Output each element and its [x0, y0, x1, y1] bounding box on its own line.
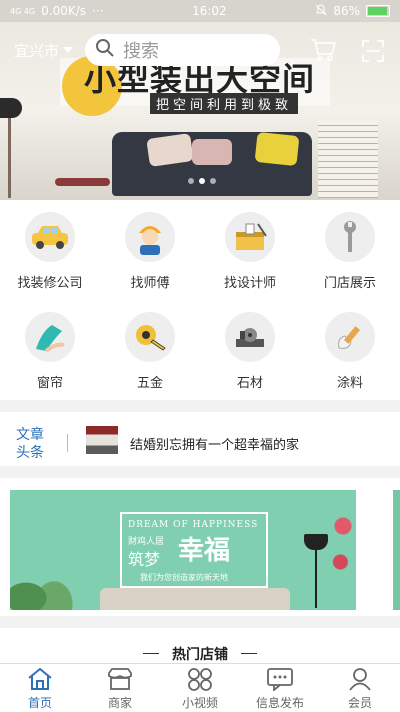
article-tag-line: 文章 — [16, 427, 44, 443]
nav-shops[interactable]: 商家 — [80, 664, 160, 712]
carousel-dot-active[interactable] — [199, 178, 205, 184]
floor-lamp — [304, 534, 328, 550]
city-name: 宜兴市 — [14, 41, 60, 60]
category-item[interactable]: 找师傅 — [100, 200, 200, 300]
scan-icon[interactable] — [362, 40, 384, 66]
category-label: 找装修公司 — [17, 276, 83, 291]
status-bar: 4G 4G 0.00K/s ··· 16:02 86% — [0, 0, 400, 22]
chevron-down-icon — [63, 47, 74, 53]
designer-toolbox-icon — [225, 212, 275, 262]
article-thumbnail[interactable] — [86, 426, 118, 454]
bell-off-icon — [315, 3, 327, 19]
category-label: 石材 — [236, 376, 263, 391]
hot-shops-header: 热门店铺 — [0, 628, 400, 668]
store-wrench-icon — [325, 212, 375, 262]
video-grid-icon — [160, 664, 240, 694]
nav-videos[interactable]: 小视频 — [160, 664, 240, 712]
promo-banner-section: DREAM OF HAPPINESS 财鸡人居 筑梦 幸福 我们为您创造家的新天… — [0, 478, 400, 616]
lamp-pole — [8, 118, 11, 198]
promo-brand: 筑梦 — [128, 550, 161, 569]
curtain-icon — [25, 312, 75, 362]
pillow — [254, 131, 300, 167]
category-label: 涂料 — [336, 376, 363, 391]
worker-icon — [125, 212, 175, 262]
tape-measure-icon — [125, 312, 175, 362]
nav-label: 会员 — [347, 696, 372, 710]
category-item[interactable]: 石材 — [200, 300, 300, 400]
next-banner-peek[interactable] — [393, 490, 400, 610]
paint-brush-icon — [325, 312, 375, 362]
category-label: 门店展示 — [323, 276, 376, 291]
category-label: 五金 — [136, 376, 163, 391]
article-title[interactable]: 结婚别忘拥有一个超幸福的家 — [130, 434, 299, 453]
floor-lamp-pole — [315, 550, 317, 608]
taxi-car-icon — [25, 212, 75, 262]
category-item[interactable]: 涂料 — [300, 300, 400, 400]
network-indicator: 4G 4G — [10, 6, 36, 16]
nav-label: 首页 — [27, 696, 52, 710]
article-headlines[interactable]: 文章 头条 结婚别忘拥有一个超幸福的家 — [0, 412, 400, 466]
clock: 16:02 — [192, 4, 227, 18]
hero-subtitle: 把空间利用到极致 — [150, 93, 299, 114]
nav-member[interactable]: 会员 — [320, 664, 400, 712]
flowers — [330, 508, 356, 598]
divider — [67, 434, 68, 452]
category-item[interactable]: 五金 — [100, 300, 200, 400]
promo-sofa — [100, 588, 290, 610]
article-tag-line: 头条 — [16, 445, 44, 461]
network-speed: 0.00K/s — [41, 4, 87, 18]
promo-big-text: 幸福 — [178, 536, 231, 566]
plant-leaves — [10, 550, 90, 610]
category-label: 窗帘 — [36, 376, 63, 391]
category-grid: 找装修公司 找师傅 找设计师 门店展示 窗帘 五金 石材 涂料 — [0, 200, 400, 400]
side-table — [55, 178, 110, 186]
city-selector[interactable]: 宜兴市 — [14, 40, 74, 61]
search-icon — [95, 38, 115, 62]
article-tag: 文章 头条 — [16, 426, 50, 462]
nav-label: 信息发布 — [255, 696, 304, 710]
promo-tagline: 我们为您创造家的新天地 — [140, 573, 228, 582]
battery-percent: 86% — [333, 4, 360, 18]
nav-label: 小视频 — [181, 696, 218, 710]
message-icon — [240, 664, 320, 694]
book-stack — [318, 120, 378, 198]
section-title: 热门店铺 — [172, 647, 228, 663]
category-item[interactable]: 找设计师 — [200, 200, 300, 300]
category-item[interactable]: 找装修公司 — [0, 200, 100, 300]
cart-icon[interactable] — [310, 38, 337, 66]
category-item[interactable]: 门店展示 — [300, 200, 400, 300]
more-indicator: ··· — [92, 4, 104, 18]
nav-label: 商家 — [107, 696, 132, 710]
carousel-dots[interactable] — [188, 178, 216, 184]
category-item[interactable]: 窗帘 — [0, 300, 100, 400]
user-icon — [320, 664, 400, 694]
battery-icon — [365, 5, 390, 17]
nav-publish[interactable]: 信息发布 — [240, 664, 320, 712]
search-placeholder: 搜索 — [123, 41, 160, 62]
promo-english: DREAM OF HAPPINESS — [128, 520, 259, 530]
carousel-dot[interactable] — [210, 178, 216, 184]
category-label: 找设计师 — [223, 276, 276, 291]
bottom-nav: 首页 商家 小视频 信息发布 会员 — [0, 663, 400, 712]
carousel-dot[interactable] — [188, 178, 194, 184]
pillow — [192, 139, 232, 165]
stone-cutter-icon — [225, 312, 275, 362]
promo-banner[interactable]: DREAM OF HAPPINESS 财鸡人居 筑梦 幸福 我们为您创造家的新天… — [10, 490, 356, 610]
shop-icon — [80, 664, 160, 694]
home-icon — [0, 664, 80, 694]
category-label: 找师傅 — [130, 276, 170, 291]
top-bar: 宜兴市 搜索 — [0, 30, 400, 70]
divider — [241, 653, 257, 654]
nav-home[interactable]: 首页 — [0, 664, 80, 712]
lamp-shade — [0, 98, 22, 118]
search-input[interactable]: 搜索 — [85, 34, 281, 66]
